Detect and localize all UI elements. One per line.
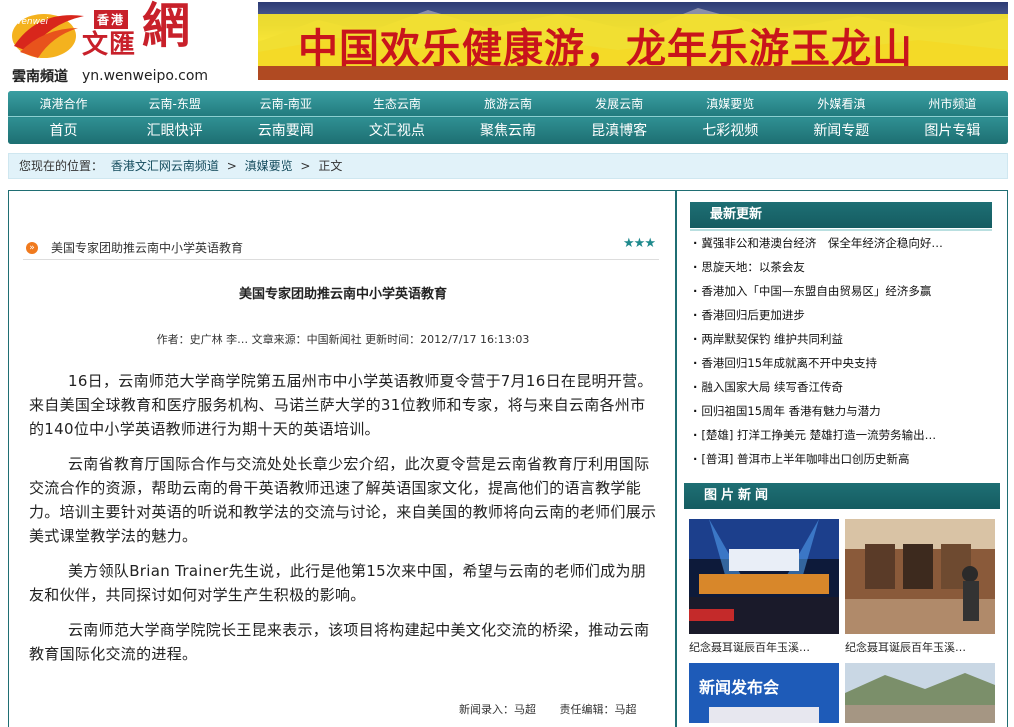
- article-body: 16日，云南师范大学商学院第五届州市中小学英语教师夏令营于7月16日在昆明开营。…: [29, 369, 659, 677]
- main-nav: 滇港合作 云南-东盟 云南-南亚 生态云南 旅游云南 发展云南 滇媒要览 外媒看…: [8, 91, 1008, 144]
- breadcrumb-current: 正文: [318, 159, 343, 173]
- rating-stars-icon: ★★★: [623, 236, 656, 251]
- article-meta: 作者：史广林 李… 文章来源：中国新闻社 更新时间：2012/7/17 16:1…: [156, 333, 530, 346]
- logo-wenhui-text: 文匯: [82, 30, 137, 60]
- article-panel: » 美国专家团助推云南中小学英语教育 ★★★ 美国专家团助推云南中小学英语教育 …: [8, 190, 676, 727]
- news-link[interactable]: 融入国家大局 续写香江传奇: [693, 375, 993, 399]
- photo-thumb-concert[interactable]: [689, 519, 839, 634]
- news-link[interactable]: 香港加入「中国—东盟自由贸易区」经济多赢: [693, 279, 993, 303]
- breadcrumb-label: 您现在的位置：: [19, 159, 104, 173]
- exhibition-photo-image: [845, 519, 995, 634]
- breadcrumb-separator: >: [300, 159, 311, 173]
- banner-slogan: 中国欢乐健康游，龙年乐游玉龙山: [298, 26, 913, 72]
- latest-updates-heading: 最新更新: [690, 202, 992, 231]
- nav-item[interactable]: 云南-东盟: [119, 91, 230, 116]
- site-url: yn.wenweipo.com: [82, 68, 209, 84]
- site-logo[interactable]: wenwei 香港 文匯 網 雲南頻道 yn.wenweipo.com: [8, 2, 208, 88]
- nav-item[interactable]: 生态云南: [341, 91, 452, 116]
- sidebar: 最新更新 冀强非公和港澳台经济 保全年经济企稳向好… 思旋天地：以茶会友 香港加…: [676, 190, 1008, 727]
- photo-thumb-exhibition[interactable]: [845, 519, 995, 634]
- nav-item[interactable]: 文汇视点: [341, 118, 452, 144]
- news-link[interactable]: 香港回归15年成就离不开中央支持: [693, 351, 993, 375]
- news-link[interactable]: 冀强非公和港澳台经济 保全年经济企稳向好…: [693, 231, 993, 255]
- landscape-photo-image: [845, 663, 995, 723]
- nav-item[interactable]: 旅游云南: [452, 91, 563, 116]
- entry-editor: 新闻录入：马超: [459, 703, 536, 716]
- article-title-bar: » 美国专家团助推云南中小学英语教育 ★★★: [23, 236, 659, 260]
- breadcrumb-link-home[interactable]: 香港文汇网云南频道: [111, 159, 219, 173]
- bullet-icon: »: [26, 242, 38, 254]
- nav-item[interactable]: 州市频道: [897, 91, 1008, 116]
- photo-thumb-press[interactable]: 新闻发布会: [689, 663, 839, 723]
- stage-photo-image: [689, 519, 839, 634]
- news-link[interactable]: 回归祖国15周年 香港有魅力与潜力: [693, 399, 993, 423]
- nav-item[interactable]: 滇港合作: [8, 91, 119, 116]
- breadcrumb-separator: >: [226, 159, 237, 173]
- news-link[interactable]: 两岸默契保钓 维护共同利益: [693, 327, 993, 351]
- news-link[interactable]: [楚雄] 打洋工挣美元 楚雄打造一流劳务输出…: [693, 423, 993, 447]
- logo-swoosh-icon: wenwei: [12, 14, 84, 58]
- breadcrumb-link-section[interactable]: 滇媒要览: [245, 159, 293, 173]
- nav-item[interactable]: 云南-南亚: [230, 91, 341, 116]
- news-link[interactable]: 思旋天地：以茶会友: [693, 255, 993, 279]
- svg-text:wenwei: wenwei: [14, 17, 49, 27]
- nav-item[interactable]: 七彩视频: [675, 118, 786, 144]
- nav-item[interactable]: 外媒看滇: [786, 91, 897, 116]
- article-paragraph: 云南师范大学商学院院长王昆来表示，该项目将构建起中美文化交流的桥梁，推动云南教育…: [29, 621, 650, 663]
- responsible-editor: 责任编辑：马超: [559, 703, 637, 716]
- nav-row-1: 滇港合作 云南-东盟 云南-南亚 生态云南 旅游云南 发展云南 滇媒要览 外媒看…: [8, 91, 1008, 117]
- channel-name: 雲南頻道: [12, 69, 68, 85]
- article-paragraph: 美方领队Brian Trainer先生说，此行是他第15次来中国，希望与云南的老…: [29, 562, 647, 604]
- nav-item[interactable]: 图片专辑: [897, 118, 1008, 144]
- ad-banner[interactable]: 中国欢乐健康游，龙年乐游玉龙山: [258, 2, 1008, 80]
- press-conference-photo-image: 新闻发布会: [689, 663, 839, 723]
- article-list-title: 美国专家团助推云南中小学英语教育: [51, 241, 244, 255]
- nav-item[interactable]: 昆滇博客: [564, 118, 675, 144]
- photo-thumb-landscape[interactable]: [845, 663, 995, 723]
- article-headline: 美国专家团助推云南中小学英语教育: [238, 287, 447, 302]
- article-paragraph: 云南省教育厅国际合作与交流处处长章少宏介绍，此次夏令营是云南省教育厅利用国际交流…: [29, 455, 657, 545]
- photo-news-heading: 图片新闻: [684, 483, 1000, 509]
- nav-item[interactable]: 云南要闻: [230, 118, 341, 144]
- nav-item[interactable]: 滇媒要览: [675, 91, 786, 116]
- photo-caption[interactable]: 纪念聂耳诞辰百年玉溪…: [845, 639, 966, 655]
- breadcrumb: 您现在的位置： 香港文汇网云南频道 > 滇媒要览 > 正文: [8, 153, 1008, 179]
- nav-item-home[interactable]: 首页: [8, 118, 119, 144]
- nav-item[interactable]: 汇眼快评: [119, 118, 230, 144]
- press-banner-text: 新闻发布会: [699, 678, 779, 697]
- news-link[interactable]: 香港回归后更加进步: [693, 303, 993, 327]
- nav-item[interactable]: 新闻专题: [786, 118, 897, 144]
- news-link[interactable]: [普洱] 普洱市上半年咖啡出口创历史新高: [693, 447, 993, 471]
- latest-updates-list: 冀强非公和港澳台经济 保全年经济企稳向好… 思旋天地：以茶会友 香港加入「中国—…: [693, 231, 993, 471]
- nav-item[interactable]: 发展云南: [564, 91, 675, 116]
- logo-wang-text: 網: [142, 0, 191, 54]
- article-editors: 新闻录入：马超 责任编辑：马超: [459, 701, 657, 717]
- photo-caption[interactable]: 纪念聂耳诞辰百年玉溪…: [689, 639, 810, 655]
- nav-item[interactable]: 聚焦云南: [452, 118, 563, 144]
- article-paragraph: 16日，云南师范大学商学院第五届州市中小学英语教师夏令营于7月16日在昆明开营。…: [29, 372, 653, 438]
- nav-row-2: 首页 汇眼快评 云南要闻 文汇视点 聚焦云南 昆滇博客 七彩视频 新闻专题 图片…: [8, 118, 1008, 144]
